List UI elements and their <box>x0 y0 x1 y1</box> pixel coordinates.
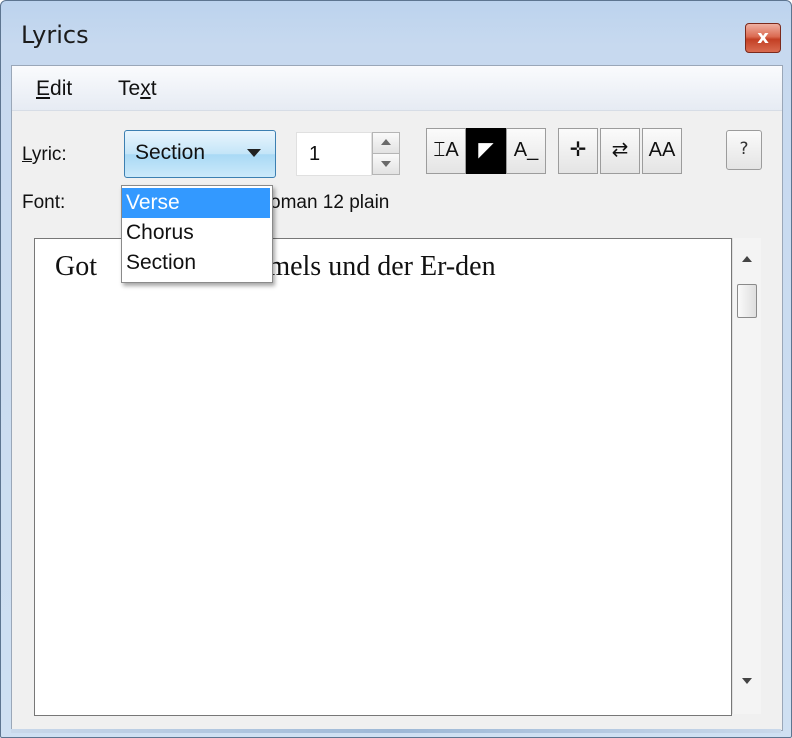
verse-number-input[interactable]: 1 <box>296 132 372 176</box>
text-insert-tool[interactable]: ⌶A <box>426 128 466 174</box>
window-title: Lyrics <box>21 21 89 49</box>
text-cursor-icon: ⌶A <box>433 139 459 161</box>
window-bottom-edge <box>11 729 781 733</box>
menu-text[interactable]: Text <box>118 77 157 101</box>
verse-number-stepper <box>372 132 400 175</box>
font-value: oman 12 plain <box>270 192 390 213</box>
scroll-down-arrow-icon[interactable] <box>742 678 752 684</box>
lyric-label: Lyric: <box>22 144 67 165</box>
move-arrows-icon: ✛ <box>569 139 587 161</box>
lyrics-text-area[interactable]: Got -mels und der Er-den <box>34 238 732 716</box>
move-tool[interactable]: ✛ <box>558 128 598 174</box>
font-size-icon: AA <box>648 139 676 161</box>
scrollbar-thumb[interactable] <box>737 284 757 318</box>
lyric-type-value: Section <box>135 141 206 164</box>
lyrics-window: Lyrics x Edit Text Lyric: Section 1 ⌶A ◤ <box>0 0 792 738</box>
help-icon: ? <box>739 139 749 159</box>
lyrics-text-start: Got <box>55 251 97 282</box>
dropdown-option-chorus[interactable]: Chorus <box>122 218 270 248</box>
swap-arrows-icon: ⇄ <box>611 139 629 161</box>
stepper-down-button[interactable] <box>372 153 400 175</box>
verse-number-value: 1 <box>309 143 321 165</box>
help-button[interactable]: ? <box>726 130 762 170</box>
close-button[interactable]: x <box>745 23 781 53</box>
lyric-type-select[interactable]: Section <box>124 130 276 178</box>
title-bar[interactable]: Lyrics x <box>1 1 791 65</box>
lyric-type-dropdown-list: Verse Chorus Section <box>121 185 273 283</box>
client-area: Edit Text Lyric: Section 1 ⌶A ◤ A_ ✛ ⇄ A… <box>11 65 783 731</box>
underline-icon: A_ <box>513 139 539 161</box>
menu-bar: Edit Text <box>12 66 782 111</box>
stepper-up-button[interactable] <box>372 132 400 154</box>
pointer-arrow-icon: ◤ <box>478 139 494 161</box>
font-size-tool[interactable]: AA <box>642 128 682 174</box>
swap-tool[interactable]: ⇄ <box>600 128 640 174</box>
underline-tool[interactable]: A_ <box>506 128 546 174</box>
chevron-down-icon <box>247 149 261 157</box>
pointer-tool[interactable]: ◤ <box>466 128 506 174</box>
vertical-scrollbar[interactable] <box>732 238 761 714</box>
dropdown-option-verse[interactable]: Verse <box>122 188 270 218</box>
lyrics-text-end: -mels und der Er-den <box>259 251 496 282</box>
font-label: Font: <box>22 192 66 213</box>
close-icon: x <box>757 27 769 48</box>
dropdown-option-section[interactable]: Section <box>122 248 270 278</box>
scroll-up-arrow-icon[interactable] <box>742 256 752 262</box>
menu-edit[interactable]: Edit <box>36 77 72 101</box>
